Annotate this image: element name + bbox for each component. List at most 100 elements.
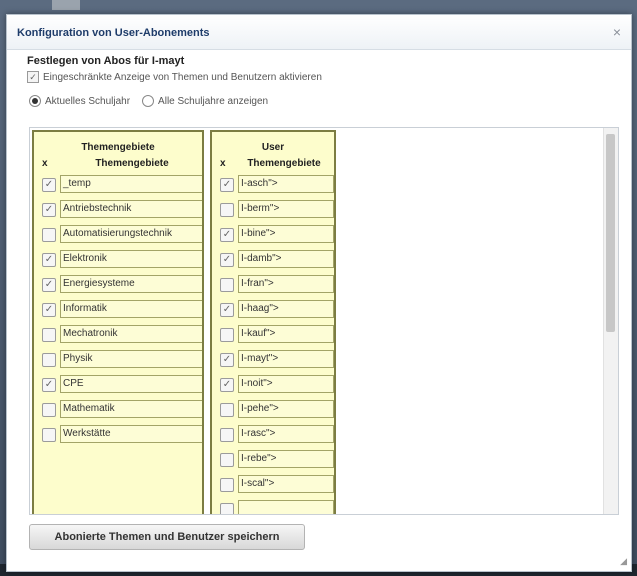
- topic-row: ✓ Elektronik: [34, 249, 202, 271]
- user-checkbox[interactable]: [220, 478, 234, 492]
- subscription-dialog: Konfiguration von User-Abonements × Fest…: [6, 14, 632, 572]
- radio-all-schoolyears[interactable]: [142, 95, 155, 107]
- user-checkbox[interactable]: ✓: [220, 178, 234, 192]
- dialog-titlebar: Konfiguration von User-Abonements ×: [7, 15, 631, 50]
- user-row: ✓ I-damb">: [212, 249, 334, 271]
- restricted-view-option[interactable]: ✓ Eingeschränkte Anzeige von Themen und …: [27, 71, 322, 83]
- user-checkbox[interactable]: [220, 453, 234, 467]
- user-checkbox[interactable]: [220, 428, 234, 442]
- restricted-view-checkbox[interactable]: ✓: [27, 71, 39, 83]
- topic-row: ✓ CPE: [34, 374, 202, 396]
- schoolyear-options: Aktuelles Schuljahr Alle Schuljahre anze…: [29, 95, 268, 107]
- topic-checkbox[interactable]: [42, 428, 56, 442]
- user-name: I-bine">: [238, 225, 334, 243]
- user-name: I-scal">: [238, 475, 334, 493]
- users-col-x: x: [220, 158, 226, 169]
- user-checkbox[interactable]: ✓: [220, 303, 234, 317]
- user-checkbox[interactable]: ✓: [220, 353, 234, 367]
- user-row: ✓ I-asch">: [212, 174, 334, 196]
- user-row: I-rebe">: [212, 449, 334, 471]
- topic-name: Mathematik: [60, 400, 202, 418]
- topic-row: Werkstätte: [34, 424, 202, 446]
- user-checkbox[interactable]: [220, 278, 234, 292]
- user-name: I-mayt">: [238, 350, 334, 368]
- topic-row: Physik: [34, 349, 202, 371]
- users-table-header: User x Themengebiete: [212, 132, 334, 174]
- dialog-title: Konfiguration von User-Abonements: [17, 27, 210, 39]
- topic-name: Werkstätte: [60, 425, 202, 443]
- user-checkbox[interactable]: [220, 403, 234, 417]
- user-row: I-pehe">: [212, 399, 334, 421]
- user-name: I-berm">: [238, 200, 334, 218]
- user-row: I-kauf">: [212, 324, 334, 346]
- user-name: I-noit">: [238, 375, 334, 393]
- user-row: I-fran">: [212, 274, 334, 296]
- users-col-name: Themengebiete: [247, 158, 321, 169]
- user-row: ✓ I-noit">: [212, 374, 334, 396]
- topics-table-header: Themengebiete x Themengebiete: [34, 132, 202, 174]
- users-table-title: User: [261, 142, 285, 153]
- topic-row: Automatisierungstechnik: [34, 224, 202, 246]
- user-checkbox[interactable]: [220, 203, 234, 217]
- topic-checkbox[interactable]: [42, 353, 56, 367]
- topics-col-name: Themengebiete: [95, 158, 169, 169]
- scrollbar-thumb[interactable]: [606, 134, 615, 332]
- topic-name: CPE: [60, 375, 202, 393]
- topic-checkbox[interactable]: ✓: [42, 203, 56, 217]
- user-name: I-rebe">: [238, 450, 334, 468]
- resize-grip-icon[interactable]: ◢: [620, 556, 627, 567]
- user-row: [212, 499, 334, 514]
- restricted-view-label: Eingeschränkte Anzeige von Themen und Be…: [43, 71, 322, 83]
- topic-name: Mechatronik: [60, 325, 202, 343]
- topic-name: Informatik: [60, 300, 202, 318]
- user-name: I-haag">: [238, 300, 334, 318]
- topics-table-title: Themengebiete: [81, 142, 155, 153]
- user-name: I-fran">: [238, 275, 334, 293]
- topic-name: Physik: [60, 350, 202, 368]
- save-subscriptions-button[interactable]: Abonierte Themen und Benutzer speichern: [29, 524, 305, 550]
- user-row: I-berm">: [212, 199, 334, 221]
- user-name: I-kauf">: [238, 325, 334, 343]
- user-checkbox[interactable]: ✓: [220, 228, 234, 242]
- topic-checkbox[interactable]: [42, 228, 56, 242]
- user-checkbox[interactable]: ✓: [220, 253, 234, 267]
- user-row: ✓ I-haag">: [212, 299, 334, 321]
- topic-name: _temp: [60, 175, 202, 193]
- topic-checkbox[interactable]: ✓: [42, 278, 56, 292]
- section-heading: Festlegen von Abos für I-mayt: [27, 55, 185, 67]
- user-name: I-asch">: [238, 175, 334, 193]
- topic-name: Antriebstechnik: [60, 200, 202, 218]
- user-row: ✓ I-mayt">: [212, 349, 334, 371]
- tables-container: Themengebiete x Themengebiete ✓ _temp ✓ Ant…: [32, 128, 338, 514]
- topic-checkbox[interactable]: ✓: [42, 303, 56, 317]
- user-row: ✓ I-bine">: [212, 224, 334, 246]
- topic-name: Elektronik: [60, 250, 202, 268]
- panel-scrollbar[interactable]: [603, 128, 618, 514]
- topic-row: Mechatronik: [34, 324, 202, 346]
- topic-row: Mathematik: [34, 399, 202, 421]
- user-row: I-scal">: [212, 474, 334, 496]
- topic-name: Energiesysteme: [60, 275, 202, 293]
- user-name: I-damb">: [238, 250, 334, 268]
- topic-row: ✓ Antriebstechnik: [34, 199, 202, 221]
- radio-current-schoolyear[interactable]: [29, 95, 41, 107]
- close-icon[interactable]: ×: [613, 24, 621, 40]
- topic-name: Automatisierungstechnik: [60, 225, 202, 243]
- topic-checkbox[interactable]: ✓: [42, 378, 56, 392]
- topic-checkbox[interactable]: ✓: [42, 178, 56, 192]
- topic-checkbox[interactable]: ✓: [42, 253, 56, 267]
- users-table: User x Themengebiete ✓ I-asch"> I-berm"> ✓ I…: [210, 130, 336, 514]
- topics-col-x: x: [42, 158, 48, 169]
- topic-row: ✓ Informatik: [34, 299, 202, 321]
- user-name: I-pehe">: [238, 400, 334, 418]
- radio-current-label: Aktuelles Schuljahr: [45, 95, 131, 107]
- user-checkbox[interactable]: [220, 503, 234, 514]
- user-name: [238, 500, 334, 514]
- topic-checkbox[interactable]: [42, 328, 56, 342]
- topic-row: ✓ _temp: [34, 174, 202, 196]
- topic-checkbox[interactable]: [42, 403, 56, 417]
- user-checkbox[interactable]: [220, 328, 234, 342]
- radio-all-label: Alle Schuljahre anzeigen: [158, 95, 269, 107]
- topics-table: Themengebiete x Themengebiete ✓ _temp ✓ Ant…: [32, 130, 204, 514]
- user-checkbox[interactable]: ✓: [220, 378, 234, 392]
